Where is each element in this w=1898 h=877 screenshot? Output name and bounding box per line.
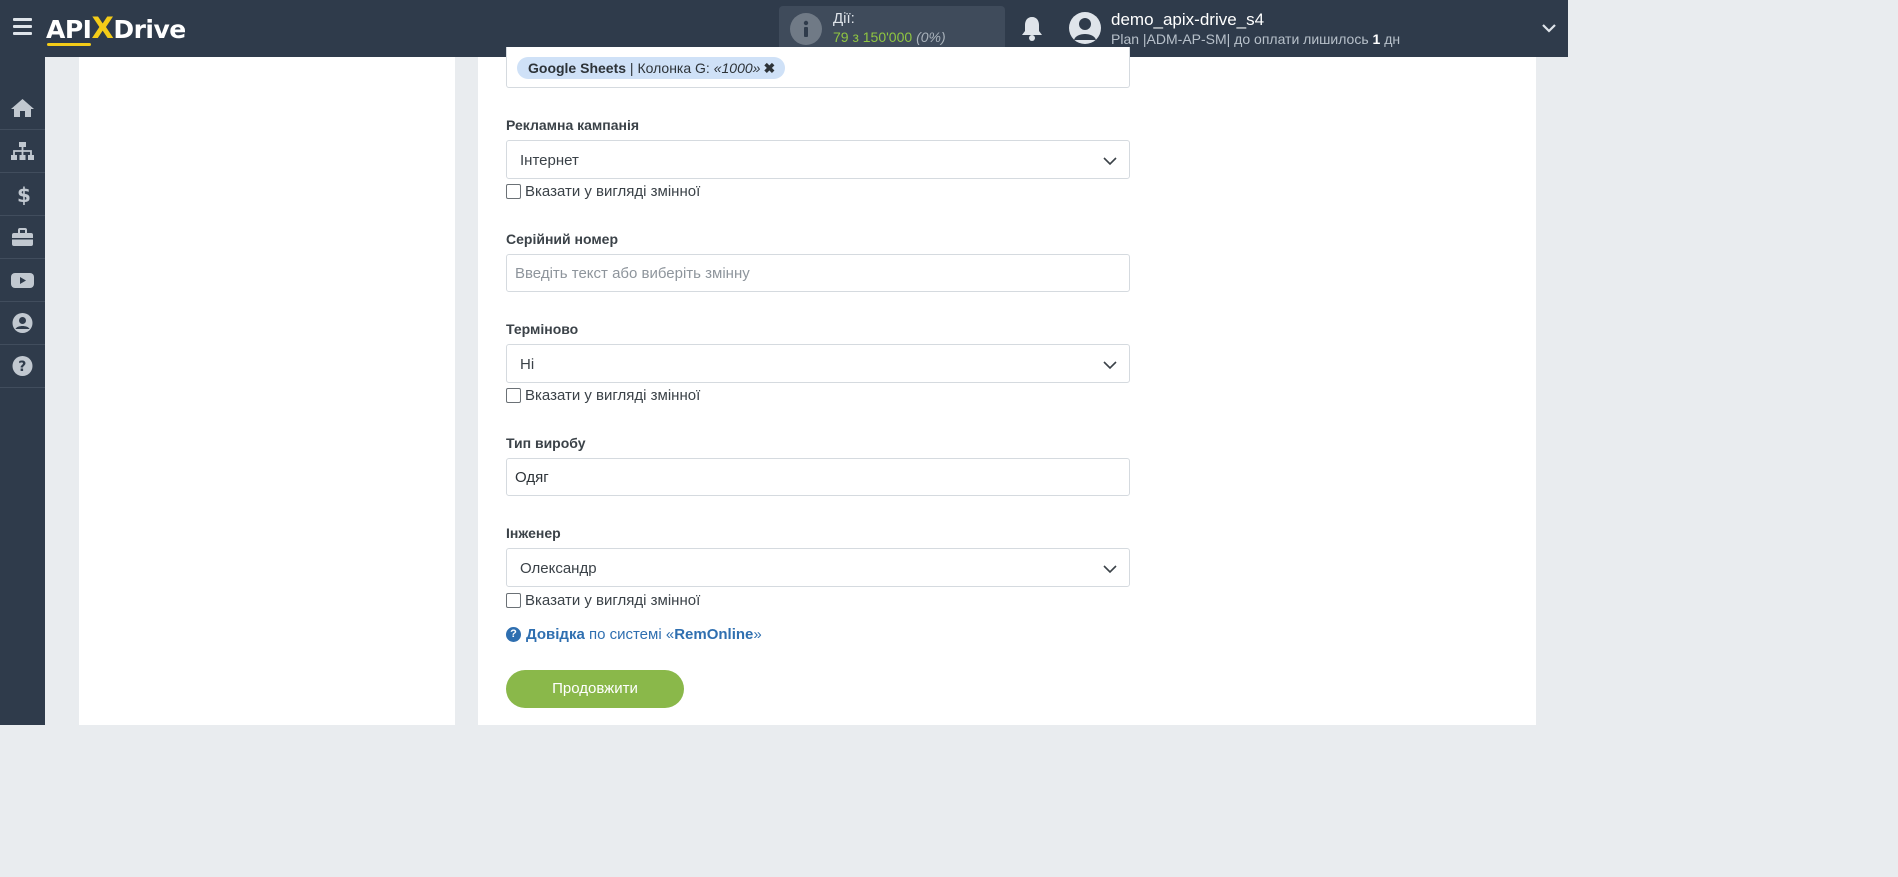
urgent-value: Ні <box>520 356 535 373</box>
serial-label: Серійний номер <box>506 231 619 247</box>
chevron-down-icon <box>1103 565 1117 574</box>
remonline-link[interactable]: RemOnline <box>674 626 753 643</box>
actions-label: Дії: <box>833 10 855 27</box>
engineer-label: Інженер <box>506 525 561 541</box>
sidebar-item-help[interactable]: ? <box>0 345 45 388</box>
menu-icon[interactable] <box>13 18 32 36</box>
product-type-value: Одяг <box>515 469 549 486</box>
svg-text:?: ? <box>18 359 26 375</box>
help-link[interactable]: Довідка <box>526 626 585 643</box>
campaign-select[interactable]: Інтернет <box>506 140 1130 179</box>
sitemap-icon <box>11 142 34 160</box>
bell-icon[interactable] <box>1019 14 1045 42</box>
checkbox[interactable] <box>506 184 521 199</box>
apix-drive-logo[interactable]: APIXDrive <box>46 10 186 46</box>
sidebar-item-connections[interactable] <box>0 130 45 173</box>
sidebar-item-video[interactable] <box>0 259 45 302</box>
serial-placeholder: Введіть текст або виберіть змінну <box>515 265 750 282</box>
plan-info: Plan |ADM-AP-SM| до оплати лишилось 1 дн <box>1111 31 1401 47</box>
urgent-select[interactable]: Ні <box>506 344 1130 383</box>
campaign-label: Рекламна кампанія <box>506 117 640 133</box>
sidebar-item-services[interactable] <box>0 216 45 259</box>
product-type-input[interactable]: Одяг <box>506 458 1130 496</box>
chevron-down-icon <box>1103 361 1117 370</box>
serial-input[interactable]: Введіть текст або виберіть змінну <box>506 254 1130 292</box>
actions-count: 79 з 150'000 (0%) <box>833 29 946 45</box>
product-type-label: Тип виробу <box>506 435 586 451</box>
variable-tag: Google Sheets | Колонка G: «1000» ✖ <box>517 57 786 79</box>
sidebar-item-billing[interactable]: $ <box>0 173 45 216</box>
checkbox[interactable] <box>506 593 521 608</box>
home-icon <box>11 99 34 117</box>
campaign-value: Інтернет <box>520 152 579 169</box>
dollar-icon: $ <box>17 183 31 205</box>
info-icon <box>790 13 822 45</box>
avatar[interactable] <box>1069 12 1101 44</box>
sidebar-item-home[interactable] <box>0 87 45 130</box>
briefcase-icon <box>12 228 33 246</box>
svg-text:$: $ <box>17 183 31 205</box>
checkbox[interactable] <box>506 388 521 403</box>
remove-tag-icon[interactable]: ✖ <box>763 60 775 76</box>
actions-counter-box: Дії: 79 з 150'000 (0%) <box>779 6 1005 51</box>
mapped-field-box[interactable]: Google Sheets | Колонка G: «1000» ✖ <box>506 47 1130 88</box>
username[interactable]: demo_apix-drive_s4 <box>1111 10 1264 30</box>
sidebar: $ ? <box>0 57 45 725</box>
question-circle-icon: ? <box>506 627 521 642</box>
youtube-icon <box>11 273 34 288</box>
chevron-down-icon[interactable] <box>1541 20 1557 36</box>
urgent-label: Терміново <box>506 321 579 337</box>
question-circle-icon: ? <box>12 356 33 376</box>
sidebar-item-profile[interactable] <box>0 302 45 345</box>
chevron-down-icon <box>1103 157 1117 166</box>
continue-button[interactable]: Продовжити <box>506 670 684 708</box>
engineer-value: Олександр <box>520 560 597 577</box>
engineer-select[interactable]: Олександр <box>506 548 1130 587</box>
left-panel <box>79 57 455 725</box>
user-circle-icon <box>12 313 33 333</box>
